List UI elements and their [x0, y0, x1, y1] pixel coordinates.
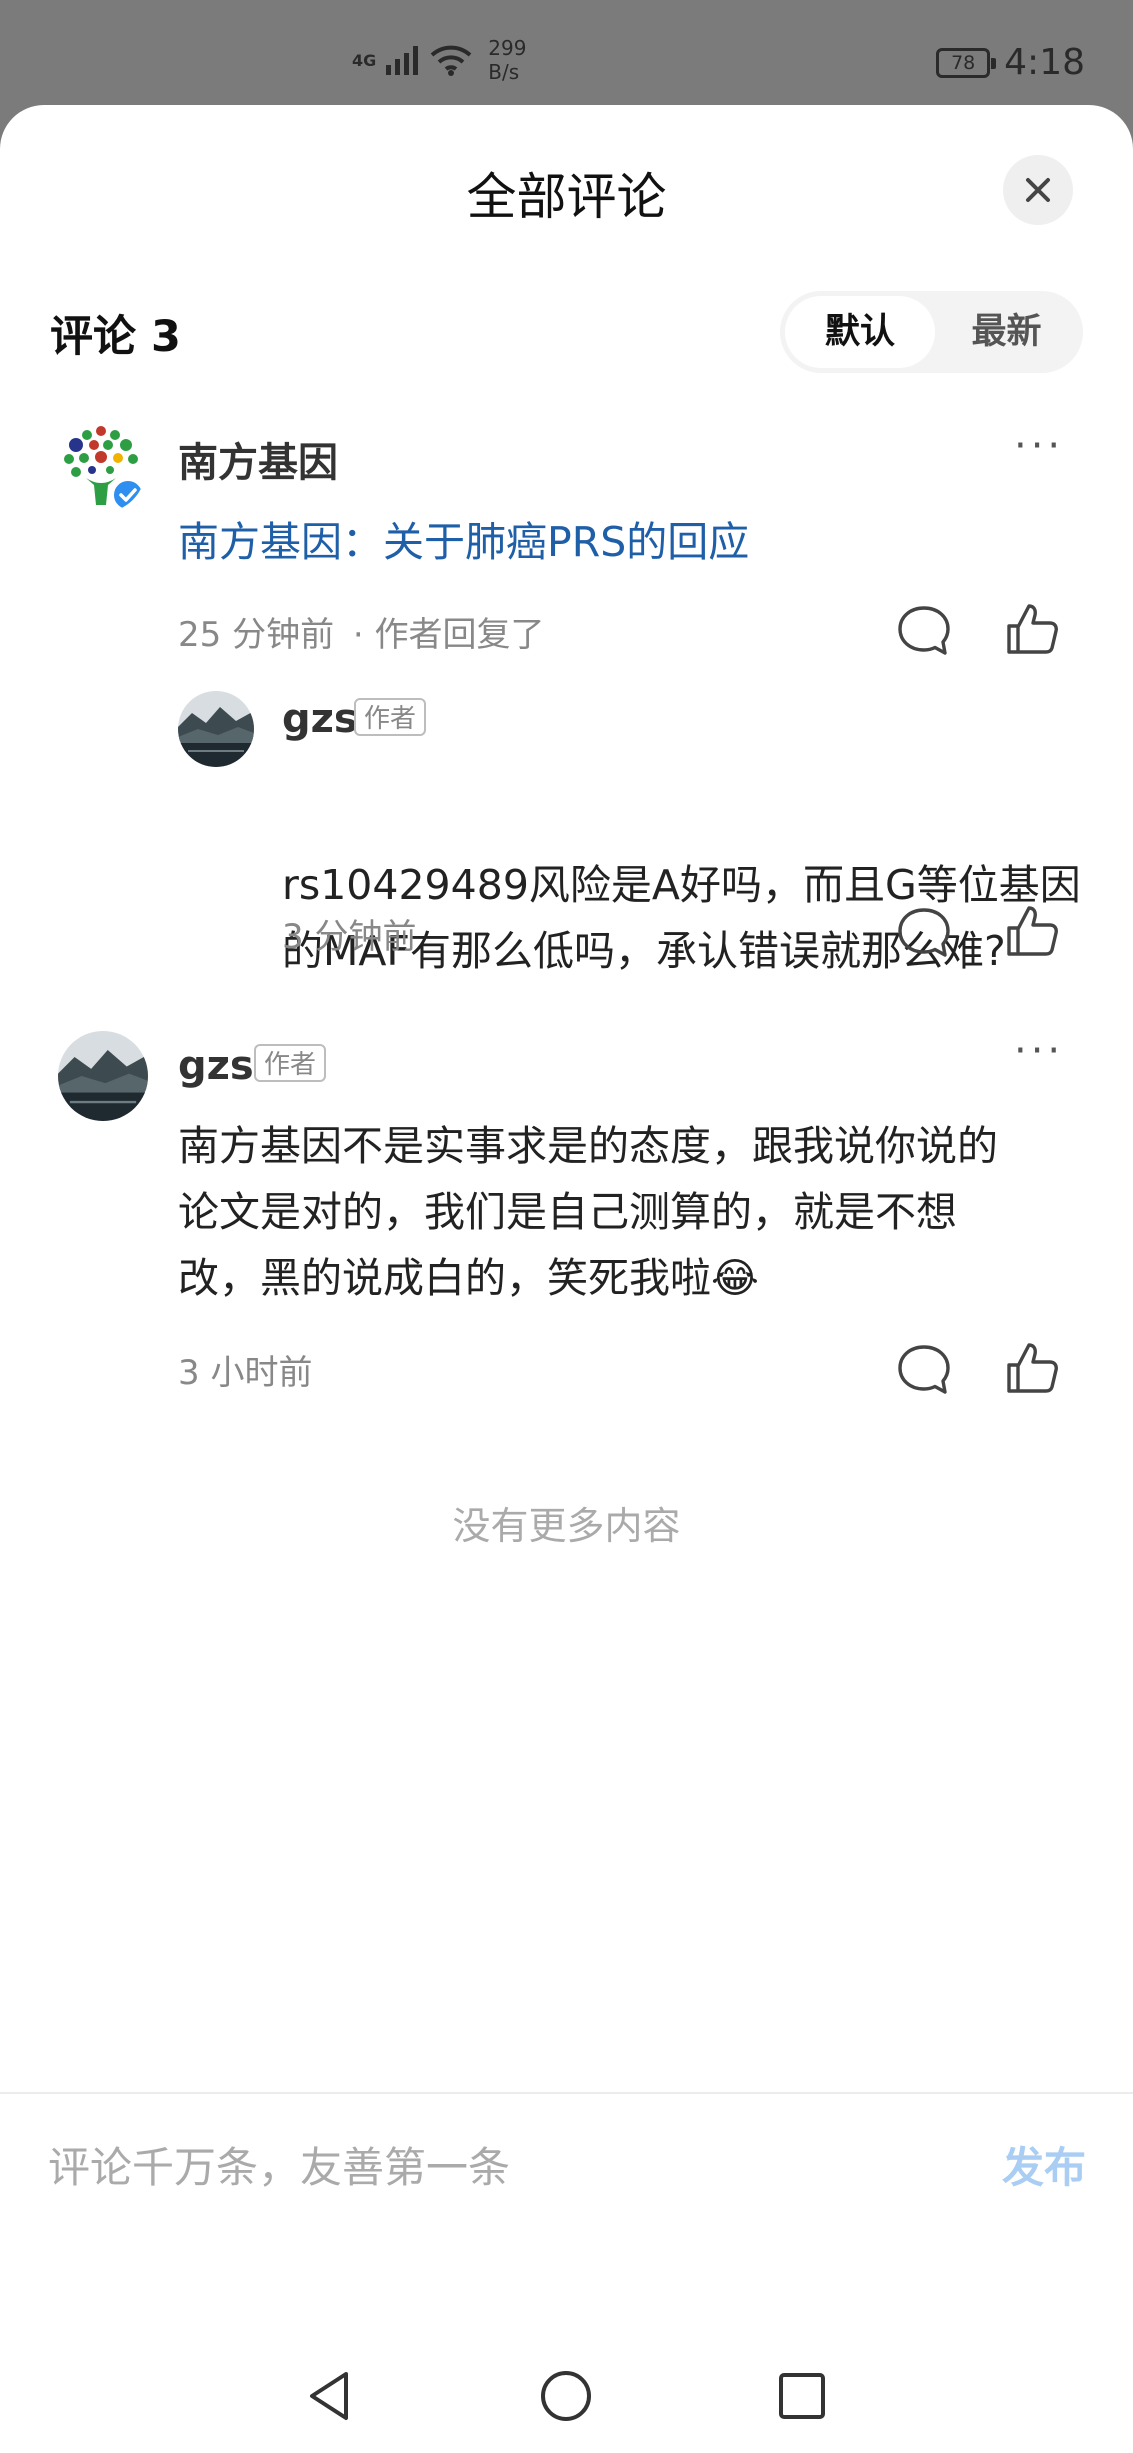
more-options-button[interactable]: ···: [1014, 423, 1064, 469]
landscape-avatar-icon: [58, 1031, 148, 1121]
network-label: 4G: [352, 50, 377, 70]
sort-toggle: 默认 最新: [780, 291, 1083, 373]
comment-meta: 25 分钟前 · 作者回复了: [178, 607, 545, 656]
battery-indicator: 78: [936, 47, 997, 78]
comment-content: 南方基因不是实事求是的态度，跟我说你说的 论文是对的，我们是自己测算的，就是不想…: [178, 1113, 1078, 1311]
comments-sheet: 全部评论 评论 3 默认 最新 南方基因 ··· 南方基因：关于肺癌PRS的回应…: [0, 105, 1133, 2453]
sort-default-button[interactable]: 默认: [785, 296, 935, 368]
reply-icon[interactable]: [895, 904, 953, 962]
reply-icon[interactable]: [895, 1341, 953, 1399]
comment-content-line: 论文是对的，我们是自己测算的，就是不想: [178, 1188, 957, 1236]
comment-author[interactable]: gzs: [178, 1043, 254, 1089]
sort-latest-button[interactable]: 最新: [935, 296, 1078, 368]
author-tag: 作者: [354, 698, 427, 736]
status-time: 4:18: [1004, 42, 1085, 83]
like-icon[interactable]: [1003, 600, 1061, 658]
like-icon[interactable]: [1003, 902, 1061, 960]
comment-content-link[interactable]: 南方基因：关于肺癌PRS的回应: [178, 508, 749, 568]
author-replied-note: · 作者回复了: [352, 615, 545, 655]
recents-icon[interactable]: [772, 2366, 832, 2426]
network-speed: 299 B/s: [488, 36, 526, 84]
avatar[interactable]: [178, 691, 254, 767]
status-bar: 4G 299 B/s 78 4:18: [0, 0, 1133, 105]
comment-count: 评论 3: [50, 312, 181, 362]
signal-icon: [386, 46, 419, 75]
reply-author[interactable]: gzs: [282, 696, 358, 742]
comment-input[interactable]: 评论千万条，友善第一条: [48, 2138, 908, 2198]
reply-time: 3 分钟前: [282, 917, 417, 957]
composer-divider: [0, 2092, 1133, 2094]
speed-unit: B/s: [488, 60, 520, 84]
wifi-icon: [430, 45, 472, 76]
comment-content-line: 南方基因不是实事求是的态度，跟我说你说的: [178, 1122, 998, 1170]
avatar[interactable]: [58, 1031, 148, 1121]
comment-content-line: 改，黑的说成白的，笑死我啦😂: [178, 1254, 759, 1302]
battery-level: 78: [951, 51, 976, 74]
comment-time: 25 分钟前: [178, 615, 335, 655]
status-bar-right: 78 4:18: [936, 42, 1085, 83]
speed-value: 299: [488, 36, 527, 60]
close-icon: [1026, 178, 1050, 202]
like-icon[interactable]: [1003, 1339, 1061, 1397]
home-icon[interactable]: [536, 2366, 596, 2426]
publish-button[interactable]: 发布: [1002, 2138, 1086, 2198]
reply-icon[interactable]: [895, 602, 953, 660]
landscape-avatar-icon: [178, 691, 254, 767]
sheet-title: 全部评论: [466, 168, 667, 226]
close-button[interactable]: [1003, 155, 1073, 225]
more-options-button[interactable]: ···: [1014, 1028, 1064, 1074]
comment-author[interactable]: 南方基因: [178, 430, 338, 488]
avatar[interactable]: [56, 423, 146, 513]
comment-time: 3 小时前: [178, 1353, 313, 1393]
status-bar-left: 4G 299 B/s: [352, 36, 526, 84]
verified-badge-icon: [112, 479, 144, 511]
back-icon[interactable]: [300, 2366, 360, 2426]
author-tag: 作者: [254, 1044, 327, 1082]
system-nav-bar: [0, 2340, 1133, 2453]
no-more-content: 没有更多内容: [452, 1504, 681, 1548]
